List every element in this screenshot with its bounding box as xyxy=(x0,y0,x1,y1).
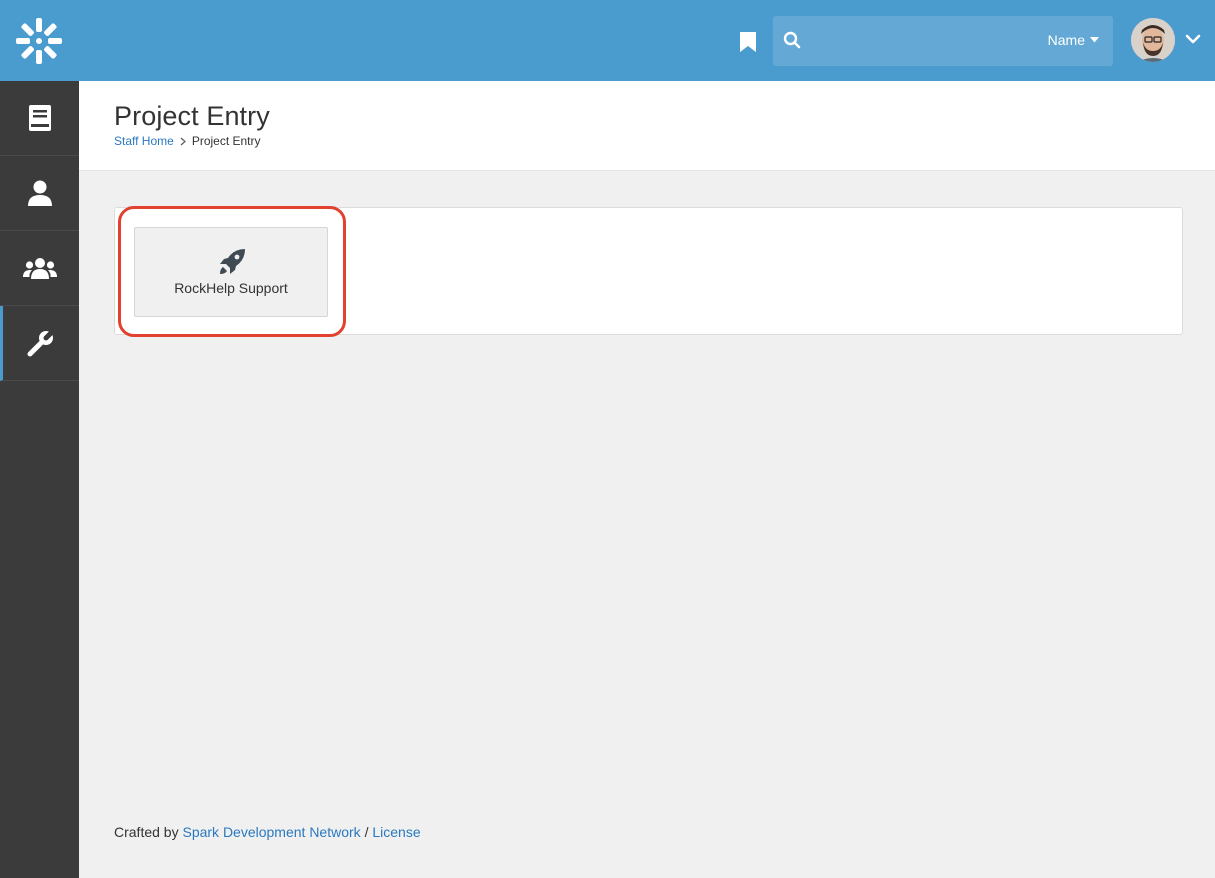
sidebar-item-group[interactable] xyxy=(0,231,79,306)
breadcrumb-current: Project Entry xyxy=(191,134,261,148)
bookmark-icon[interactable] xyxy=(739,31,757,53)
footer: Crafted by Spark Development Network / L… xyxy=(114,824,421,840)
person-icon xyxy=(27,180,52,206)
caret-down-icon xyxy=(1090,37,1099,43)
footer-separator: / xyxy=(364,824,369,840)
content-panel: RockHelp Support xyxy=(114,207,1183,335)
book-icon xyxy=(28,105,51,131)
sidebar-item-admin-tools[interactable] xyxy=(0,306,79,381)
search-filter-dropdown[interactable]: Name xyxy=(1048,32,1099,48)
breadcrumb: Staff Home Project Entry xyxy=(114,134,261,148)
sidebar xyxy=(0,81,79,878)
footer-prefix: Crafted by xyxy=(114,824,179,840)
avatar[interactable] xyxy=(1131,18,1175,62)
top-bar: Name xyxy=(0,0,1215,81)
chevron-down-icon[interactable] xyxy=(1185,33,1201,45)
search-filter-label: Name xyxy=(1047,32,1085,48)
rock-logo-icon[interactable] xyxy=(14,16,64,66)
sidebar-item-book[interactable] xyxy=(0,81,79,156)
rockhelp-support-tile[interactable]: RockHelp Support xyxy=(134,227,328,317)
search-box: Name xyxy=(773,16,1113,66)
chevron-right-icon xyxy=(180,136,186,146)
page-title: Project Entry xyxy=(114,101,270,131)
page-header: Project Entry Staff Home Project Entry xyxy=(79,81,1215,171)
user-photo-icon xyxy=(1131,18,1175,62)
sidebar-item-person[interactable] xyxy=(0,156,79,231)
search-input[interactable] xyxy=(813,26,1033,56)
wrench-icon xyxy=(27,329,55,357)
footer-spark-link[interactable]: Spark Development Network xyxy=(182,824,360,840)
footer-license-link[interactable]: License xyxy=(372,824,420,840)
search-icon xyxy=(783,31,801,49)
tile-label: RockHelp Support xyxy=(174,280,288,296)
rocket-icon xyxy=(220,249,245,274)
breadcrumb-staff-home[interactable]: Staff Home xyxy=(114,134,174,148)
group-icon xyxy=(22,258,57,279)
